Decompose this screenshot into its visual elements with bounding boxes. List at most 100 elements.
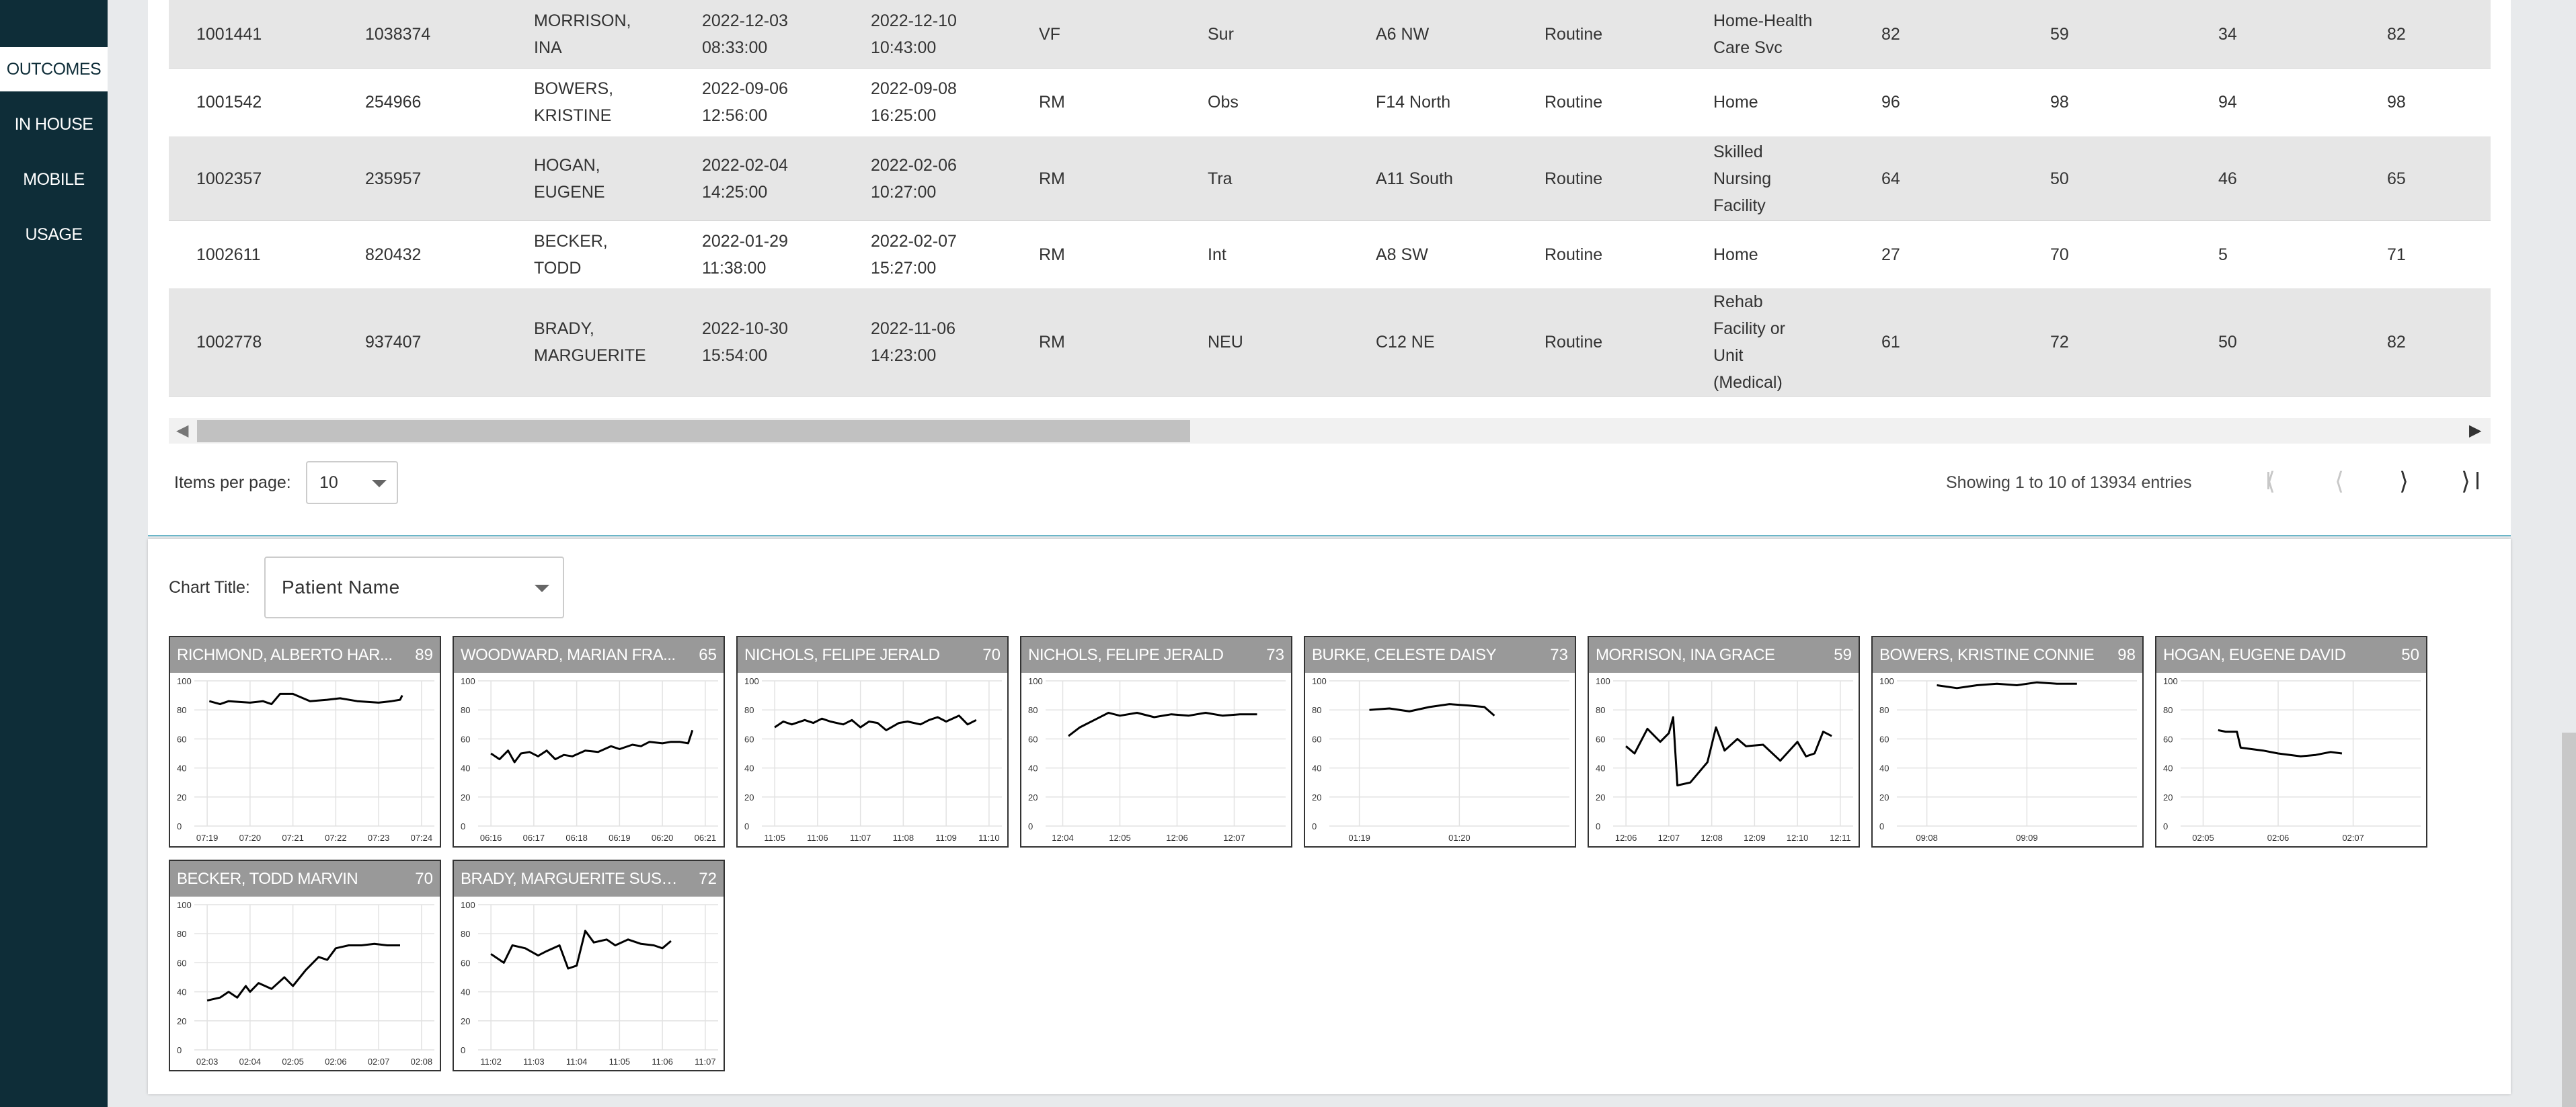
cell-line: Rehab xyxy=(1713,292,1763,311)
entries-info: Showing 1 to 10 of 13934 entries xyxy=(1946,473,2192,492)
table-cell: 1002778 xyxy=(196,288,262,396)
y-tick-label: 20 xyxy=(1879,792,1889,803)
chevron-right-icon[interactable]: ⟩ xyxy=(2399,468,2409,495)
x-tick-label: 11:08 xyxy=(893,833,914,843)
patient-chart[interactable]: NICHOLS, FELIPE JERALD 70 100 80 60 40 20 0 11:0… xyxy=(736,636,1009,848)
cell-line: 2022-02-04 xyxy=(702,155,788,175)
cell-line: 2022-12-03 xyxy=(702,11,788,30)
patient-chart[interactable]: RICHMOND, ALBERTO HAR... 89 100 80 60 40 20 0 07… xyxy=(169,636,441,848)
x-tick-label: 02:03 xyxy=(196,1057,219,1067)
patient-chart[interactable]: BOWERS, KRISTINE CONNIE 98 100 80 60 40 20 0 09:… xyxy=(1871,636,2144,848)
table-cell: BRADY, MARGUERITE xyxy=(534,288,646,396)
chart-header: RICHMOND, ALBERTO HAR... 89 xyxy=(170,637,440,673)
table-cell: VF xyxy=(1039,0,1060,68)
nav-item-mobile[interactable]: MOBILE xyxy=(0,157,108,202)
table-cell: 1002611 xyxy=(196,220,260,288)
patient-chart[interactable]: BURKE, CELESTE DAISY 73 100 80 60 40 20 0 01:19 0… xyxy=(1304,636,1576,848)
table-cell: 50 xyxy=(2218,288,2237,396)
y-tick-label: 60 xyxy=(2163,734,2173,744)
cell-line: Facility xyxy=(1713,196,1766,215)
cell-line: Routine xyxy=(1545,93,1603,112)
cell-line: Nursing xyxy=(1713,169,1772,188)
items-per-page-select[interactable]: 10 xyxy=(306,461,398,504)
cell-line: Home-Health xyxy=(1713,11,1813,30)
x-tick-label: 12:06 xyxy=(1166,833,1188,843)
table-row[interactable]: 1002778 937407 BRADY, MARGUERITE 2022-10-30 1… xyxy=(169,288,2491,397)
scrollbar-thumb[interactable] xyxy=(197,420,1190,442)
table-cell: 98 xyxy=(2050,68,2069,136)
cell-line: Obs xyxy=(1208,93,1239,112)
scroll-left-icon[interactable]: ◀ xyxy=(176,421,188,440)
chevron-left-icon[interactable]: ⟨ xyxy=(2335,468,2344,495)
patient-chart[interactable]: WOODWARD, MARIAN FRA... 65 100 80 60 40 20 0 06:… xyxy=(453,636,725,848)
table-cell: 34 xyxy=(2218,0,2237,68)
last-page-icon[interactable]: ⟩ xyxy=(2461,468,2470,495)
cell-line: 98 xyxy=(2050,93,2069,112)
x-tick-label: 02:07 xyxy=(368,1057,390,1067)
chart-plot: 100 80 60 40 20 0 12:04 12:05 12:06 12:07 xyxy=(1028,676,1286,843)
patient-chart[interactable]: MORRISON, INA GRACE 59 100 80 60 40 20 0 12:06 12… xyxy=(1588,636,1860,848)
y-tick-label: 40 xyxy=(1028,764,1038,774)
cell-line: HOGAN, xyxy=(534,155,600,175)
y-tick-label: 80 xyxy=(461,705,470,715)
table-row[interactable]: 1002611 820432 BECKER, TODD 2022-01-29 11:38:… xyxy=(169,220,2491,289)
y-tick-label: 40 xyxy=(177,764,186,774)
patient-chart[interactable]: BRADY, MARGUERITE SUSAN 72 100 80 60 40 20 0 11:… xyxy=(453,860,725,1071)
cell-line: Tra xyxy=(1208,169,1233,188)
cell-line: 71 xyxy=(2387,245,2406,264)
cell-line: 11:38:00 xyxy=(702,258,767,278)
nav-item-usage[interactable]: USAGE xyxy=(0,212,108,257)
table-cell: C12 NE xyxy=(1376,288,1435,396)
chart-header: HOGAN, EUGENE DAVID 50 xyxy=(2156,637,2426,673)
cell-line: 46 xyxy=(2218,169,2237,188)
chart-patient-name: MORRISON, INA GRACE xyxy=(1596,646,1775,664)
cell-line: 1002357 xyxy=(196,169,262,188)
chart-header: BOWERS, KRISTINE CONNIE 98 xyxy=(1873,637,2142,673)
table-cell: Obs xyxy=(1208,68,1239,136)
table-row[interactable]: 1002357 235957 HOGAN, EUGENE 2022-02-04 14:25… xyxy=(169,136,2491,221)
cell-line: 59 xyxy=(2050,24,2069,44)
x-tick-label: 09:08 xyxy=(1916,833,1938,843)
y-tick-label: 100 xyxy=(1879,676,1894,686)
cell-line: A8 SW xyxy=(1376,245,1428,264)
table-row[interactable]: 1001542 254966 BOWERS, KRISTINE 2022-09-06 12… xyxy=(169,68,2491,137)
patient-chart[interactable]: NICHOLS, FELIPE JERALD 73 100 80 60 40 20 0 12:0… xyxy=(1020,636,1292,848)
x-tick-label: 11:05 xyxy=(609,1057,631,1067)
y-tick-label: 80 xyxy=(1028,705,1038,715)
table-cell: 82 xyxy=(2387,0,2406,68)
nav-item-in-house[interactable]: IN HOUSE xyxy=(0,102,108,147)
cell-line: 15:54:00 xyxy=(702,346,768,365)
cell-line: 2022-01-29 xyxy=(702,231,788,251)
scroll-right-icon[interactable]: ▶ xyxy=(2469,421,2481,440)
table-cell: 820432 xyxy=(365,220,421,288)
x-tick-label: 02:06 xyxy=(2267,833,2290,843)
x-tick-label: 11:09 xyxy=(935,833,957,843)
patient-chart[interactable]: BECKER, TODD MARVIN 70 100 80 60 40 20 0 02:03 02… xyxy=(169,860,441,1071)
table-cell: MORRISON, INA xyxy=(534,0,631,68)
cell-line: C12 NE xyxy=(1376,333,1435,352)
cell-line: 2022-02-07 xyxy=(871,231,957,251)
table-cell: Routine xyxy=(1545,288,1602,396)
chart-plot: 100 80 60 40 20 0 07:19 07:20 07:21 07:22 07:23 07:… xyxy=(177,676,434,843)
patient-chart[interactable]: HOGAN, EUGENE DAVID 50 100 80 60 40 20 0 02:05 02… xyxy=(2155,636,2427,848)
nav-item-outcomes[interactable]: OUTCOMES xyxy=(0,47,108,91)
y-tick-label: 20 xyxy=(461,1016,470,1026)
table-row[interactable]: 1001441 1038374 MORRISON, INA 2022-12-03 08:3… xyxy=(169,0,2491,69)
page-scrollbar-thumb[interactable] xyxy=(2562,733,2576,1107)
cell-line: RM xyxy=(1039,245,1065,264)
table-cell: 937407 xyxy=(365,288,421,396)
table-cell: 2022-09-08 16:25:00 xyxy=(871,68,957,136)
cell-line: Sur xyxy=(1208,24,1234,44)
cell-line: 1001441 xyxy=(196,24,262,44)
table-cell: BECKER, TODD xyxy=(534,220,608,288)
table-cell: A6 NW xyxy=(1376,0,1429,68)
chart-latest-value: 73 xyxy=(1550,646,1568,664)
chart-title-select[interactable]: Patient Name xyxy=(264,557,564,618)
y-tick-label: 100 xyxy=(2163,676,2178,686)
table-cell: A11 South xyxy=(1376,136,1453,220)
chart-patient-name: BURKE, CELESTE DAISY xyxy=(1312,646,1497,664)
chart-plot: 100 80 60 40 20 0 11:05 11:06 11:07 11:08 11:09 11:… xyxy=(744,676,1002,843)
y-tick-label: 100 xyxy=(177,676,192,686)
cell-line: Unit xyxy=(1713,346,1744,365)
cell-line: 1038374 xyxy=(365,24,431,44)
